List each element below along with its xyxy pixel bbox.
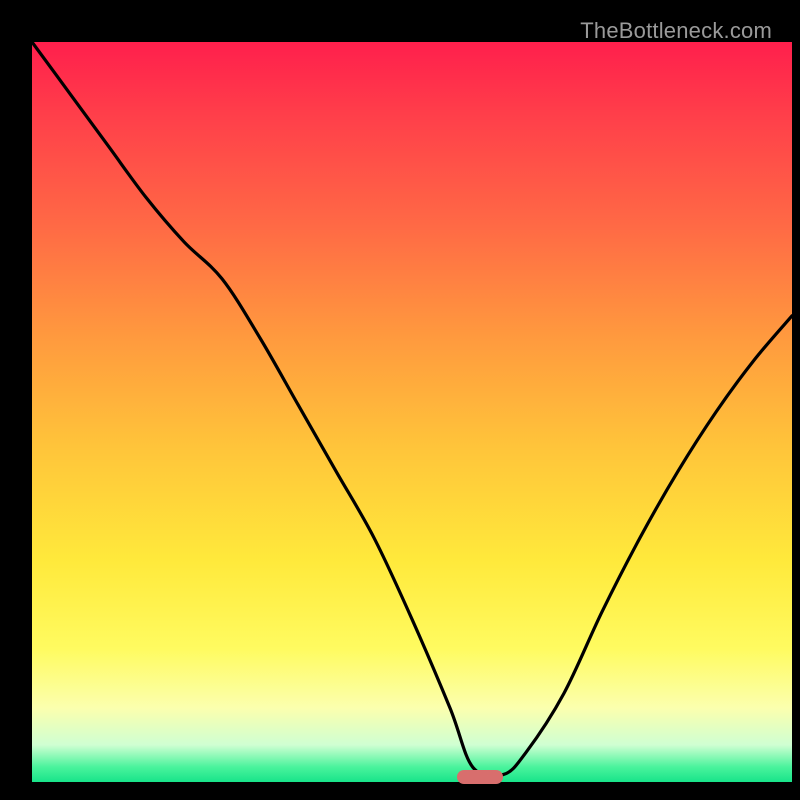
bottleneck-curve [32, 42, 792, 782]
chart-frame: TheBottleneck.com [12, 12, 788, 788]
optimal-marker [457, 770, 503, 784]
plot-area [32, 42, 792, 782]
watermark-text: TheBottleneck.com [580, 18, 772, 44]
